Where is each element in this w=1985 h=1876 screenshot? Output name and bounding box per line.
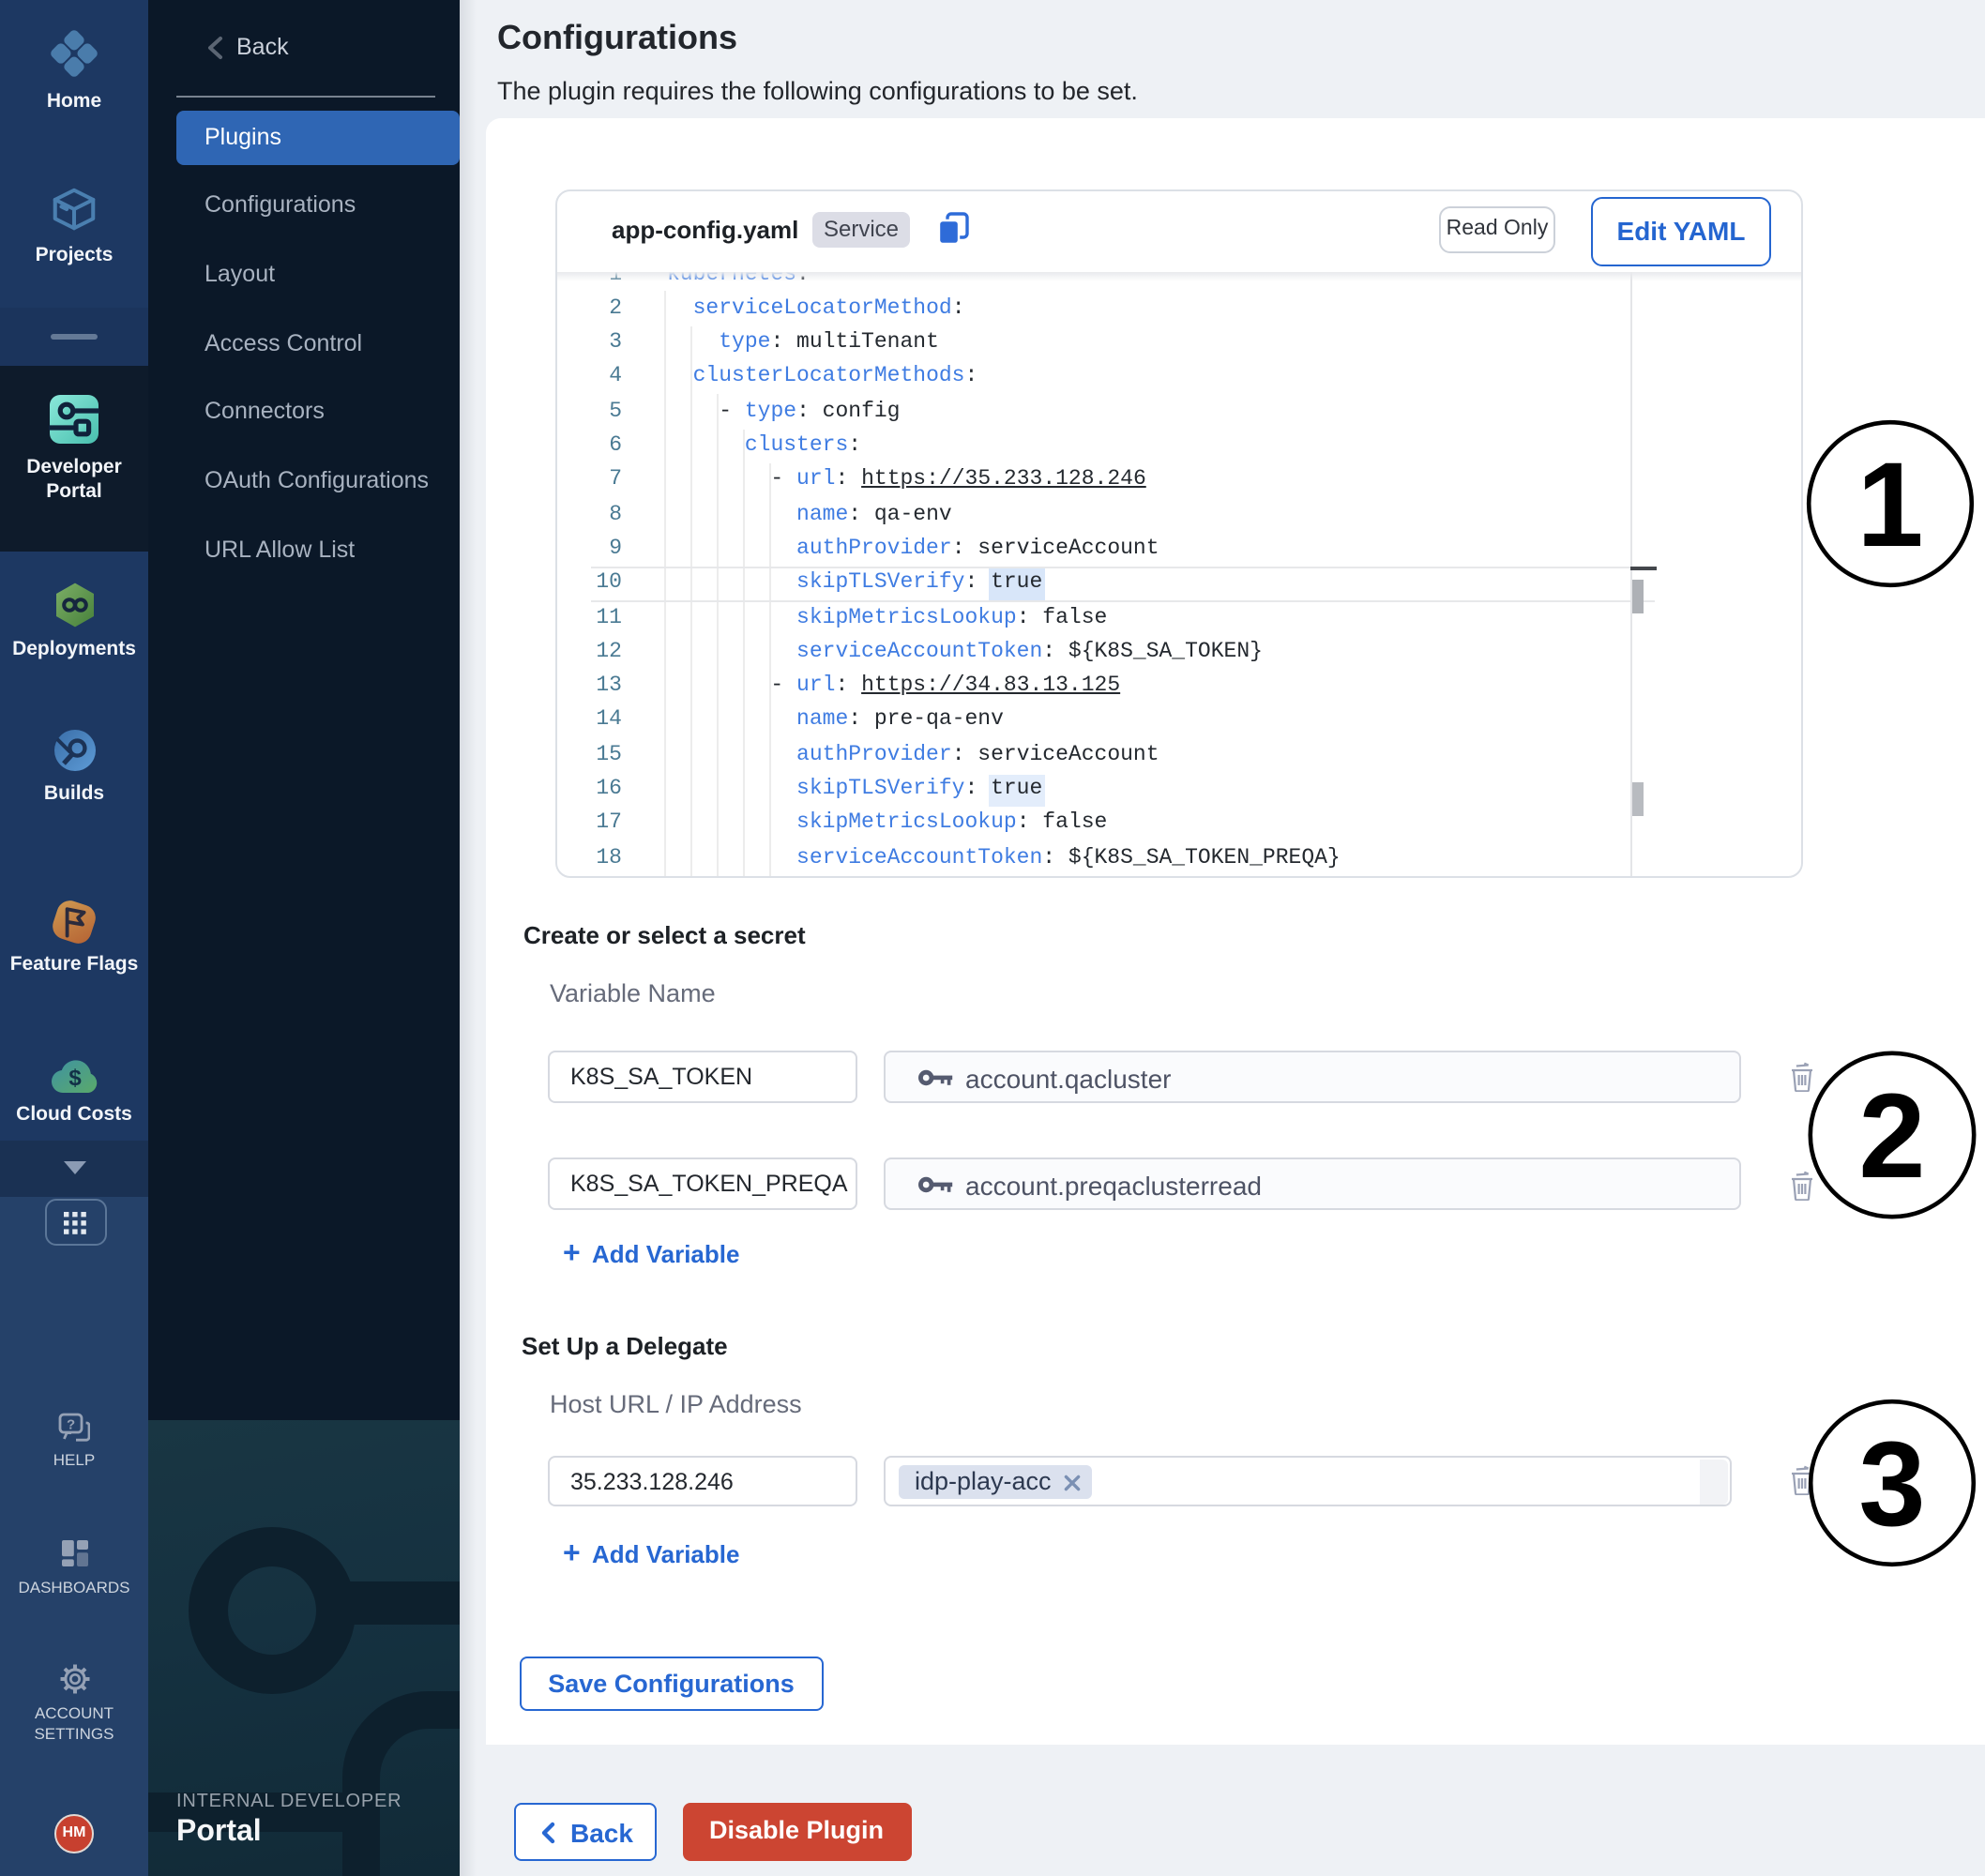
svg-text:2: 2: [1858, 1069, 1925, 1203]
svg-text:3: 3: [1858, 1417, 1925, 1551]
svg-text:1: 1: [1856, 438, 1923, 572]
svg-text:$: $: [68, 1066, 81, 1091]
svg-text:?: ?: [67, 1417, 75, 1433]
